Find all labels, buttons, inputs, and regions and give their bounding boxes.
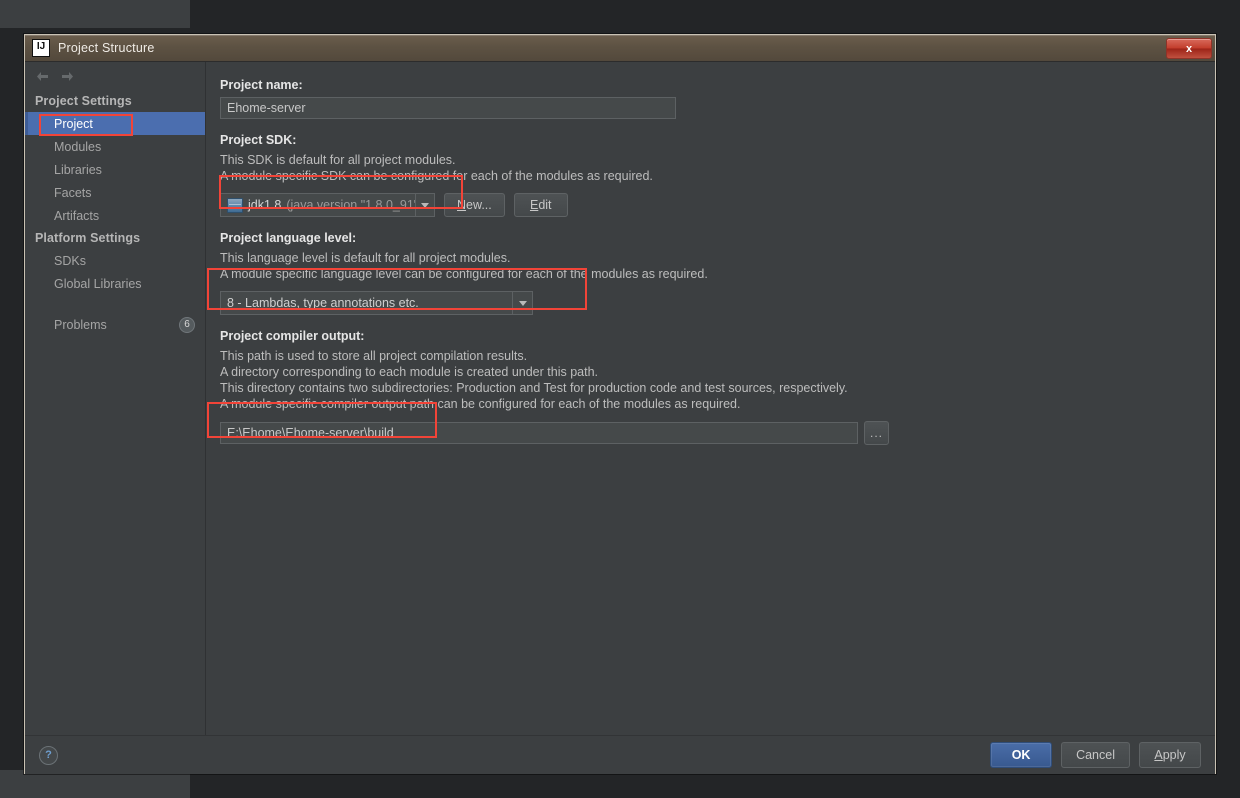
settings-sidebar: Project Settings Project Modules Librari… <box>25 62 206 735</box>
project-settings-panel: Project name: Ehome-server Project SDK: … <box>206 62 1215 735</box>
sidebar-item-label: Facets <box>54 185 92 200</box>
sidebar-item-label: Project <box>54 116 93 131</box>
project-sdk-version: (java version "1.8.0_91") <box>286 198 415 212</box>
chevron-down-icon[interactable] <box>512 292 532 314</box>
project-name-label: Project name: <box>220 78 303 92</box>
help-icon[interactable]: ? <box>39 745 58 765</box>
compiler-output-desc-line-1: This path is used to store all project c… <box>220 349 528 363</box>
project-sdk-desc-line-2: A module specific SDK can be configured … <box>220 169 653 183</box>
compiler-output-desc-line-4: A module specific compiler output path c… <box>220 397 741 411</box>
sidebar-item-label: Artifacts <box>54 208 100 223</box>
arrow-right-icon[interactable] <box>60 69 75 84</box>
dialog-footer: ? OK Cancel Apply <box>25 735 1215 774</box>
dialog-titlebar[interactable]: Project Structure x <box>25 35 1215 62</box>
compiler-output-label: Project compiler output: <box>220 329 365 343</box>
project-structure-dialog: Project Structure x <box>24 34 1216 774</box>
sidebar-item-modules[interactable]: Modules <box>25 135 205 158</box>
language-level-dropdown[interactable]: 8 - Lambdas, type annotations etc. <box>220 291 533 315</box>
language-level-value: 8 - Lambdas, type annotations etc. <box>227 296 419 310</box>
footer-button-group: OK Cancel Apply <box>990 742 1201 768</box>
sidebar-group-platform-settings-header: Platform Settings <box>35 231 141 245</box>
project-sdk-desc-line-1: This SDK is default for all project modu… <box>220 153 456 167</box>
project-sdk-label: Project SDK: <box>220 133 297 147</box>
apply-button[interactable]: Apply <box>1139 742 1201 768</box>
project-sdk-value: jdk1.8 (java version "1.8.0_91") <box>221 197 415 213</box>
language-level-desc-line-1: This language level is default for all p… <box>220 251 511 265</box>
dialog-title: Project Structure <box>58 41 155 55</box>
sidebar-item-global-libraries[interactable]: Global Libraries <box>25 272 205 295</box>
sidebar-item-label: SDKs <box>54 253 86 268</box>
cancel-button[interactable]: Cancel <box>1061 742 1130 768</box>
backdrop-panel-bottom-left <box>0 770 190 798</box>
sidebar-item-label: Libraries <box>54 162 102 177</box>
sidebar-group-project-settings-header: Project Settings <box>35 94 132 108</box>
sidebar-navigation <box>25 62 205 90</box>
backdrop-panel-top-left <box>0 0 190 28</box>
sdk-folder-icon <box>227 197 243 213</box>
intellij-idea-icon <box>32 39 50 57</box>
ok-button[interactable]: OK <box>990 742 1053 768</box>
edit-sdk-button[interactable]: Edit <box>513 193 568 217</box>
sidebar-item-label: Global Libraries <box>54 276 142 291</box>
new-sdk-button[interactable]: New... <box>444 193 505 217</box>
sidebar-item-facets[interactable]: Facets <box>25 181 205 204</box>
problems-count-badge: 6 <box>179 316 195 333</box>
sidebar-item-sdks[interactable]: SDKs <box>25 249 205 272</box>
close-icon[interactable]: x <box>1166 38 1212 59</box>
arrow-left-icon[interactable] <box>35 69 50 84</box>
sidebar-item-label: Modules <box>54 139 102 154</box>
compiler-output-row: E:\Ehome\Ehome-server\build ... <box>220 421 1215 445</box>
language-level-desc-line-2: A module specific language level can be … <box>220 267 708 281</box>
sidebar-item-libraries[interactable]: Libraries <box>25 158 205 181</box>
compiler-output-desc-line-2: A directory corresponding to each module… <box>220 365 598 379</box>
project-name-input[interactable]: Ehome-server <box>220 97 676 119</box>
chevron-down-icon[interactable] <box>414 194 434 216</box>
sidebar-item-project[interactable]: Project <box>25 112 205 135</box>
project-sdk-row: jdk1.8 (java version "1.8.0_91") New... … <box>220 193 1215 217</box>
ellipsis-icon[interactable]: ... <box>864 421 889 445</box>
compiler-output-desc-line-3: This directory contains two subdirectori… <box>220 381 848 395</box>
sidebar-item-label: Problems <box>54 317 107 332</box>
project-sdk-name: jdk1.8 <box>248 198 282 212</box>
language-level-label: Project language level: <box>220 231 357 245</box>
sidebar-item-problems[interactable]: Problems 6 <box>25 313 205 336</box>
compiler-output-input[interactable]: E:\Ehome\Ehome-server\build <box>220 422 858 444</box>
dialog-body: Project Settings Project Modules Librari… <box>25 62 1215 735</box>
project-sdk-dropdown[interactable]: jdk1.8 (java version "1.8.0_91") <box>220 193 435 217</box>
sidebar-item-artifacts[interactable]: Artifacts <box>25 204 205 227</box>
